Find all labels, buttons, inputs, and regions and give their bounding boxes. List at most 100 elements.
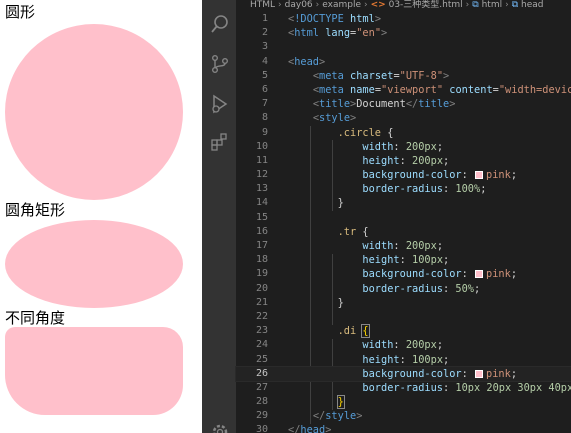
code-line[interactable]: 10 width: 200px;: [236, 140, 571, 154]
code-token: .tr: [337, 225, 357, 238]
code-token: ;: [510, 169, 518, 182]
code-text: <title>Document</title>: [288, 97, 456, 111]
code-line[interactable]: 15: [236, 211, 571, 225]
code-line[interactable]: 25 height: 100px;: [236, 353, 571, 367]
line-number: 2: [261, 27, 268, 39]
line-number: 12: [255, 169, 268, 181]
breadcrumb-item-day06[interactable]: day06: [285, 0, 313, 10]
code-line[interactable]: 19 background-color: pink;: [236, 267, 571, 281]
label-circle: 圆形: [5, 3, 36, 21]
code-token: {: [356, 225, 369, 238]
code-token: width: [362, 240, 394, 252]
code-token: width: [362, 339, 394, 352]
code-token: </: [405, 98, 419, 111]
line-number: 3: [261, 41, 268, 53]
color-swatch-icon[interactable]: [475, 270, 484, 279]
code-line[interactable]: 9 .circle {: [236, 126, 571, 140]
code-line[interactable]: 29 </style>: [236, 409, 571, 423]
code-line[interactable]: 18 height: 100px;: [236, 253, 571, 267]
chevron-right-icon: ›: [315, 0, 320, 10]
code-line[interactable]: 11 height: 200px;: [236, 154, 571, 168]
chevron-right-icon: ›: [278, 0, 282, 10]
code-token: :: [443, 183, 456, 196]
code-line[interactable]: 6 <meta name="viewport" content="width=d…: [236, 83, 571, 97]
code-line[interactable]: 12 background-color: pink;: [236, 168, 571, 182]
code-token: title: [418, 98, 450, 111]
code-line[interactable]: 16 .tr {: [236, 225, 571, 239]
code-token: >: [325, 424, 332, 433]
code-line[interactable]: 20 border-radius: 50%;: [236, 282, 571, 296]
search-icon[interactable]: [210, 14, 230, 34]
color-swatch-icon[interactable]: [475, 369, 484, 378]
html-file-icon: <>: [370, 0, 386, 10]
breadcrumb: HTML › day06 › example › <> 03-三种类型.html › ⧉ htm…: [236, 0, 571, 12]
code-token: height: [362, 254, 400, 267]
code-token: Document: [356, 98, 406, 111]
code-token: border-radius: [362, 183, 443, 196]
code-line[interactable]: 1 <!DOCTYPE html>: [236, 12, 571, 26]
code-line[interactable]: 7 <title>Document</title>: [236, 97, 571, 111]
code-token: >: [443, 69, 450, 82]
code-editor-window: HTML › day06 › example › <> 03-三种类型.html › ⧉ htm…: [202, 0, 571, 433]
code-line[interactable]: 26 background-color: pink;: [235, 365, 571, 382]
code-line[interactable]: 21 }: [236, 296, 571, 310]
code-text: </head>: [288, 423, 331, 433]
code-text: width: 200px;: [288, 239, 443, 253]
code-token: lang: [325, 27, 351, 40]
code-token: background-color: [362, 169, 462, 182]
code-token: >: [356, 410, 363, 423]
code-token: ;: [480, 183, 487, 196]
code-line[interactable]: 8 <style>: [236, 111, 571, 125]
code-line[interactable]: 17 width: 200px;: [236, 239, 571, 253]
code-token: :: [399, 254, 413, 267]
code-line[interactable]: 27 border-radius: 10px 20px 30px 40px;: [236, 381, 571, 395]
code-line[interactable]: 2 <html lang="en">: [236, 26, 571, 40]
code-token: :: [393, 140, 406, 153]
code-token: .di: [337, 325, 357, 338]
code-line[interactable]: 30 </head>: [236, 423, 571, 433]
code-text: .tr {: [288, 225, 369, 239]
code-token: style: [325, 410, 357, 423]
code-token: background-color: [362, 367, 462, 380]
code-line[interactable]: 24 width: 200px;: [236, 338, 571, 352]
code-text: background-color: pink;: [288, 367, 517, 381]
code-line[interactable]: 4 <head>: [236, 55, 571, 69]
run-debug-icon[interactable]: [210, 94, 230, 114]
code-area[interactable]: HTML › day06 › example › <> 03-三种类型.html › ⧉ htm…: [235, 0, 571, 433]
source-control-icon[interactable]: [210, 54, 230, 74]
code-line[interactable]: 22: [236, 310, 571, 324]
code-token: head: [294, 55, 320, 68]
code-line[interactable]: 3: [236, 40, 571, 54]
line-number: 14: [255, 197, 268, 209]
code-text: width: 200px;: [288, 140, 443, 154]
code-token: {: [361, 324, 370, 339]
code-line[interactable]: 28 }: [236, 395, 571, 410]
line-number: 29: [255, 410, 268, 422]
code-token: charset: [350, 69, 394, 82]
color-swatch-icon[interactable]: [475, 171, 484, 180]
breadcrumb-item-example[interactable]: example: [322, 0, 361, 10]
element-icon: ⧉: [511, 0, 519, 10]
breadcrumb-item-file[interactable]: 03-三种类型.html: [389, 0, 463, 10]
line-number: 6: [261, 83, 268, 95]
settings-gear-icon[interactable]: [210, 422, 230, 433]
breadcrumb-item-html[interactable]: HTML: [250, 0, 275, 10]
code-token: ;: [436, 140, 444, 153]
extensions-icon[interactable]: [210, 132, 230, 152]
code-text: border-radius: 100%;: [288, 182, 486, 196]
breadcrumb-item-head-element[interactable]: head: [521, 0, 543, 10]
code-line[interactable]: 5 <meta charset="UTF-8">: [236, 69, 571, 83]
code-line[interactable]: 23 .di {: [236, 324, 571, 339]
code-line[interactable]: 14 }: [236, 196, 571, 210]
breadcrumb-item-html-element[interactable]: html: [482, 0, 503, 10]
line-number: 25: [255, 353, 268, 365]
chevron-right-icon: ›: [505, 0, 509, 10]
code-line[interactable]: 13 border-radius: 100%;: [236, 182, 571, 196]
